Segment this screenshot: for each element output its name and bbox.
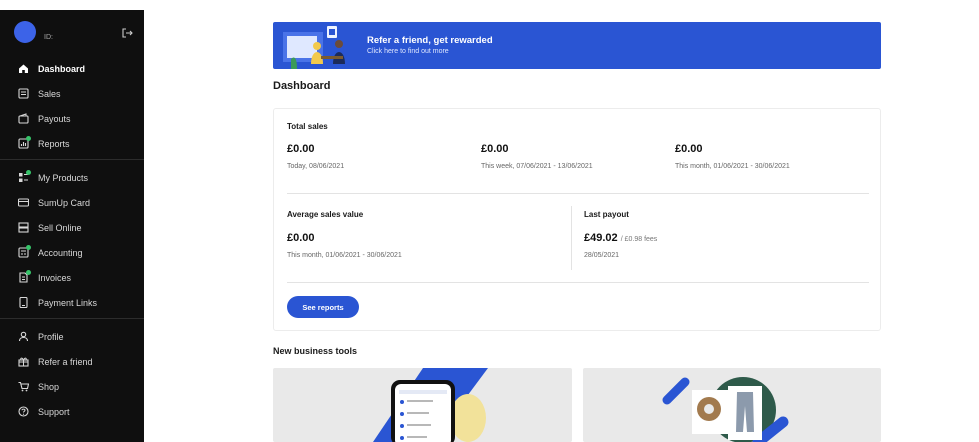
- sidebar-item-sumup-card[interactable]: SumUp Card: [0, 190, 144, 215]
- card-vertical-divider: [571, 206, 572, 270]
- sidebar-item-shop[interactable]: Shop: [0, 374, 144, 399]
- phone-icon: [18, 297, 29, 308]
- nav-primary: Dashboard Sales Payouts Reports: [0, 56, 144, 156]
- sidebar-item-label: Sell Online: [38, 222, 82, 233]
- sidebar-item-label: Sales: [38, 88, 61, 99]
- receipt-icon: [18, 88, 29, 99]
- help-icon: [18, 406, 29, 417]
- month-sales-period: This month, 01/06/2021 - 30/06/2021: [675, 163, 790, 170]
- sales-summary-card: Total sales £0.00 Today, 08/06/2021 £0.0…: [273, 108, 881, 331]
- sidebar-item-label: Accounting: [38, 247, 83, 258]
- calculator-icon: [18, 245, 31, 258]
- chart-icon: [18, 136, 31, 149]
- sidebar-item-support[interactable]: Support: [0, 399, 144, 424]
- products-icon: [18, 170, 31, 183]
- invoice-icon: [18, 270, 31, 283]
- see-reports-button[interactable]: See reports: [287, 296, 359, 318]
- sidebar-item-reports[interactable]: Reports: [0, 131, 144, 156]
- sidebar-item-payouts[interactable]: Payouts: [0, 106, 144, 131]
- banner-subtitle[interactable]: Click here to find out more: [367, 48, 449, 55]
- products-promo-illustration: [662, 377, 789, 442]
- new-business-tools-title: New business tools: [273, 346, 358, 356]
- new-badge: [26, 170, 31, 175]
- month-sales-amount: £0.00: [675, 143, 703, 155]
- cart-icon: [18, 381, 29, 392]
- card-divider: [287, 282, 869, 283]
- sidebar-divider: [0, 159, 144, 160]
- sidebar-divider: [0, 318, 144, 319]
- total-sales-label: Total sales: [287, 122, 328, 131]
- last-payout-amount: £49.02: [584, 232, 618, 244]
- average-sales-period: This month, 01/06/2021 - 30/06/2021: [287, 252, 402, 259]
- sidebar-item-profile[interactable]: Profile: [0, 324, 144, 349]
- sidebar-item-my-products[interactable]: My Products: [0, 165, 144, 190]
- average-sales-amount: £0.00: [287, 232, 315, 244]
- sidebar-item-sell-online[interactable]: Sell Online: [0, 215, 144, 240]
- card-divider: [287, 193, 869, 194]
- sidebar-item-label: Shop: [38, 381, 60, 392]
- home-icon: [18, 63, 29, 74]
- wallet-icon: [18, 113, 29, 124]
- today-sales-amount: £0.00: [287, 143, 315, 155]
- sidebar-item-payment-links[interactable]: Payment Links: [0, 290, 144, 315]
- nav-secondary: My Products SumUp Card Sell Online Accou…: [0, 165, 144, 315]
- last-payout-fees: / £0.98 fees: [620, 236, 658, 243]
- sidebar-item-invoices[interactable]: Invoices: [0, 265, 144, 290]
- invoices-promo-illustration: [373, 368, 488, 442]
- gift-icon: [18, 356, 29, 367]
- sidebar: ID: Dashboard Sales Payouts Reports My P…: [0, 10, 144, 442]
- sidebar-item-sales[interactable]: Sales: [0, 81, 144, 106]
- sidebar-item-accounting[interactable]: Accounting: [0, 240, 144, 265]
- sidebar-item-label: Reports: [38, 138, 70, 149]
- sidebar-item-label: Refer a friend: [38, 356, 93, 367]
- sidebar-item-label: Payment Links: [38, 297, 98, 308]
- last-payout-label: Last payout: [584, 210, 629, 219]
- last-payout-line: £49.02 / £0.98 fees: [584, 232, 657, 244]
- referral-illustration: [283, 26, 345, 69]
- refer-banner[interactable]: Refer a friend, get rewarded Click here …: [273, 22, 881, 69]
- avatar[interactable]: [14, 21, 36, 43]
- store-icon: [18, 222, 29, 233]
- sidebar-item-label: Invoices: [38, 272, 72, 283]
- logout-icon[interactable]: [121, 27, 133, 39]
- nav-tertiary: Profile Refer a friend Shop Support: [0, 324, 144, 424]
- sidebar-item-label: Profile: [38, 331, 64, 342]
- tool-card-products[interactable]: [583, 368, 881, 442]
- sidebar-header: ID:: [0, 10, 144, 56]
- tool-card-invoices[interactable]: [273, 368, 572, 442]
- sidebar-item-dashboard[interactable]: Dashboard: [0, 56, 144, 81]
- new-badge: [26, 270, 31, 275]
- banner-title: Refer a friend, get rewarded: [367, 35, 493, 46]
- sidebar-item-label: My Products: [38, 172, 89, 183]
- today-sales-period: Today, 08/06/2021: [287, 163, 345, 170]
- sidebar-item-label: SumUp Card: [38, 197, 91, 208]
- card-icon: [18, 197, 29, 208]
- account-id: ID:: [44, 34, 53, 41]
- average-sales-label: Average sales value: [287, 210, 364, 219]
- week-sales-period: This week, 07/06/2021 - 13/06/2021: [481, 163, 593, 170]
- sidebar-item-label: Dashboard: [38, 63, 86, 74]
- sidebar-item-label: Support: [38, 406, 70, 417]
- new-badge: [26, 136, 31, 141]
- page-title: Dashboard: [273, 80, 331, 92]
- sidebar-item-refer-a-friend[interactable]: Refer a friend: [0, 349, 144, 374]
- week-sales-amount: £0.00: [481, 143, 509, 155]
- sidebar-item-label: Payouts: [38, 113, 71, 124]
- person-icon: [18, 331, 29, 342]
- last-payout-date: 28/05/2021: [584, 252, 620, 259]
- new-badge: [26, 245, 31, 250]
